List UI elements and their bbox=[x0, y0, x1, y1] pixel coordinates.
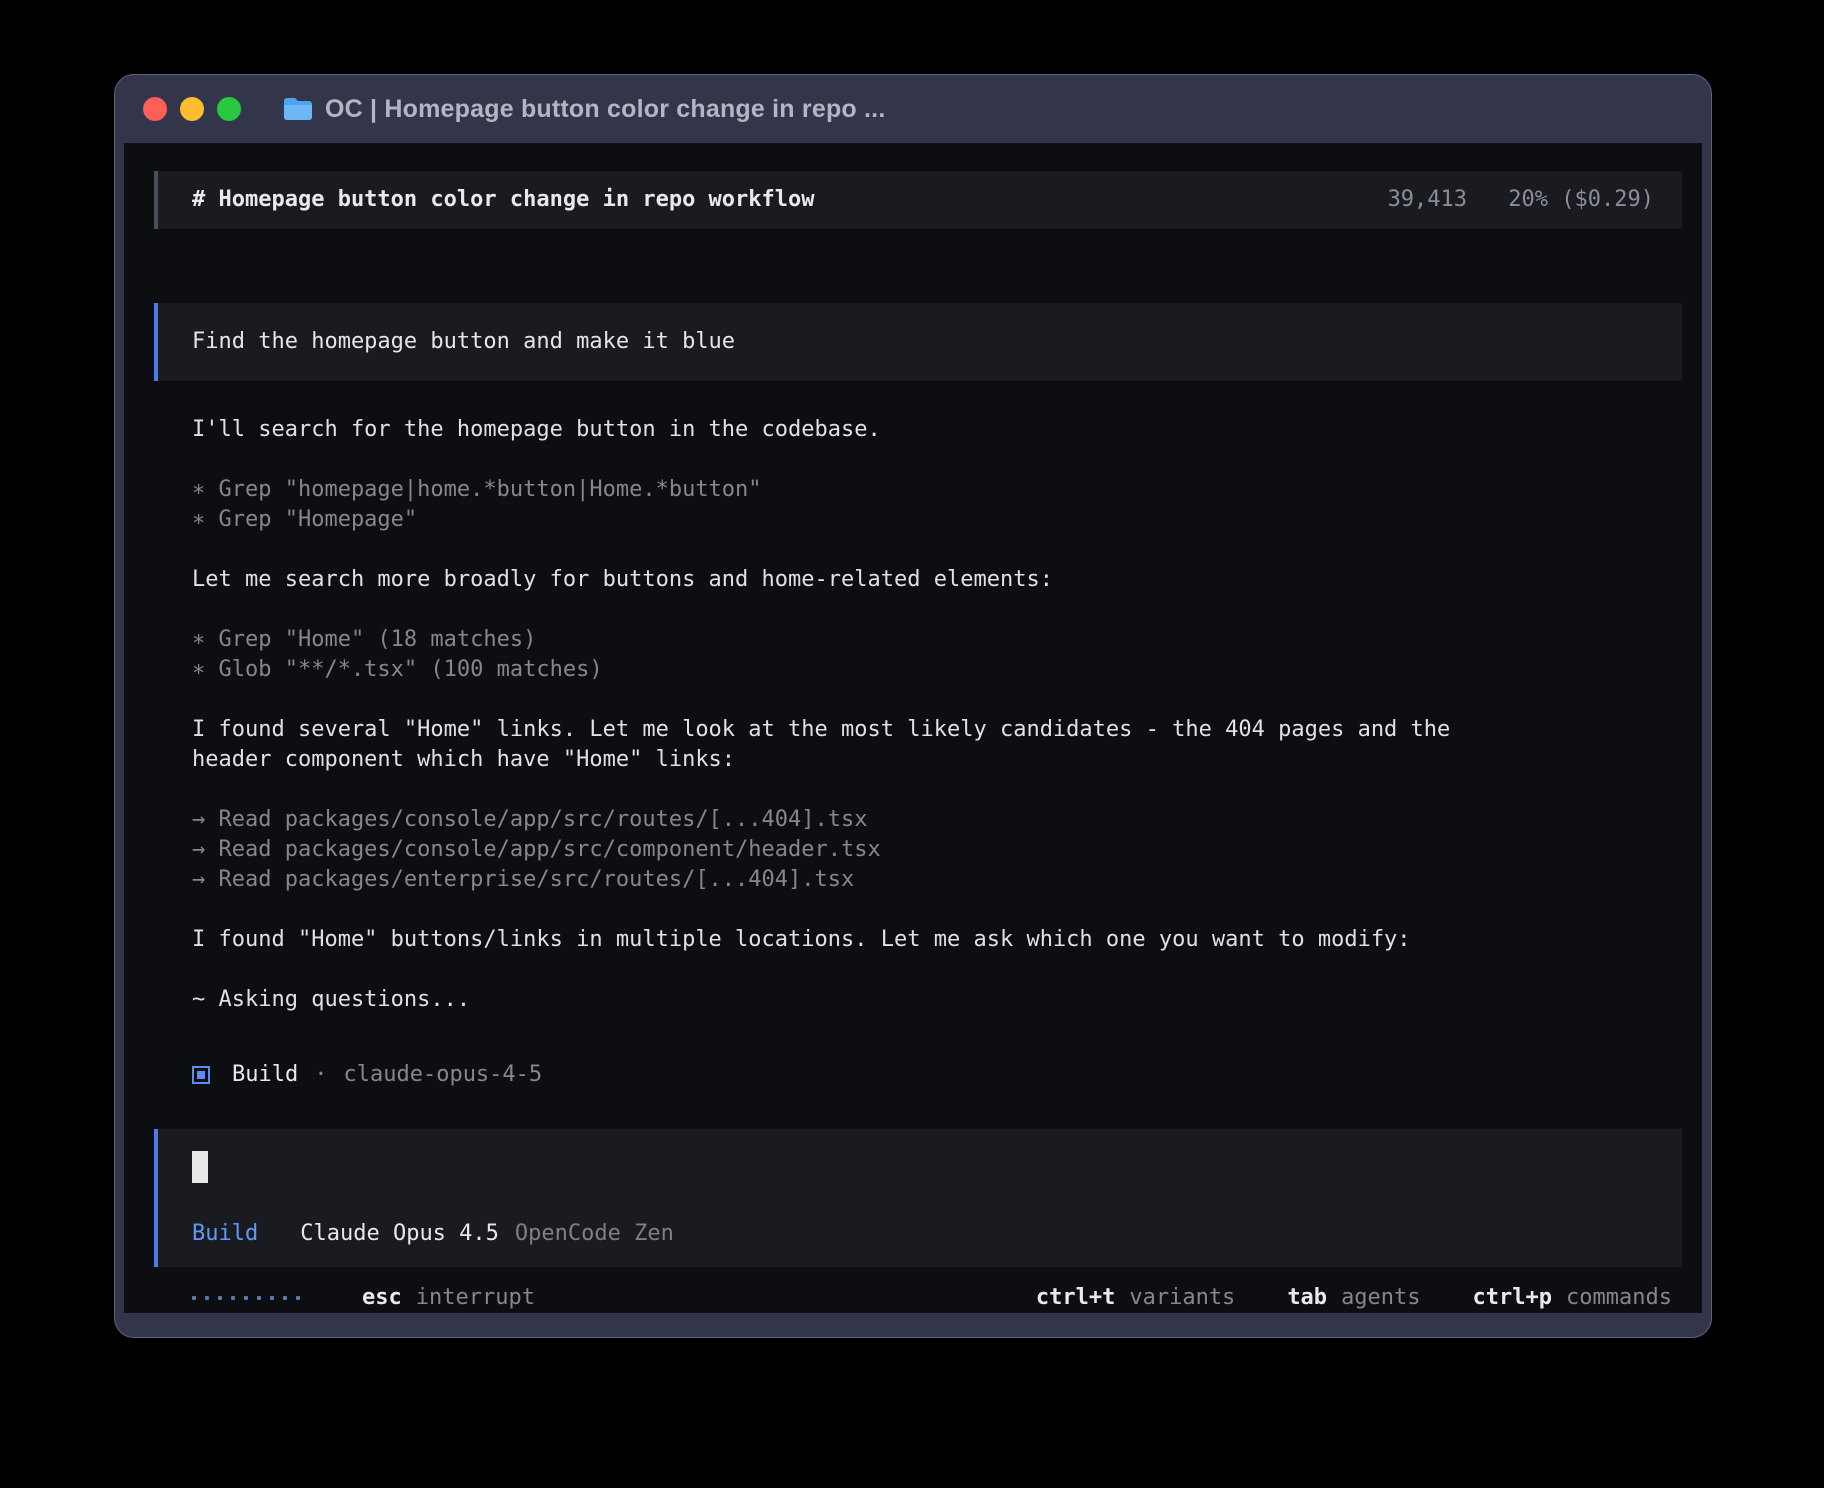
session-header: # Homepage button color change in repo w… bbox=[154, 171, 1682, 229]
text-cursor bbox=[192, 1151, 208, 1183]
active-agent-label: Build bbox=[192, 1219, 258, 1249]
blank-line bbox=[192, 775, 1682, 805]
blank-line bbox=[192, 895, 1682, 925]
window-controls bbox=[143, 97, 241, 121]
tool-call-line: ∗ Glob "**/*.tsx" (100 matches) bbox=[192, 655, 1682, 685]
session-title: # Homepage button color change in repo w… bbox=[192, 185, 815, 215]
assistant-text-line: I'll search for the homepage button in t… bbox=[192, 415, 1682, 445]
spinner-dots-icon bbox=[192, 1296, 300, 1300]
prompt-input[interactable]: Build Claude Opus 4.5 OpenCode Zen bbox=[154, 1129, 1682, 1267]
assistant-text-line: Let me search more broadly for buttons a… bbox=[192, 565, 1682, 595]
spinner-dot bbox=[283, 1296, 287, 1300]
blank-line bbox=[192, 955, 1682, 985]
minimize-button[interactable] bbox=[180, 97, 204, 121]
assistant-text-line: I found several "Home" links. Let me loo… bbox=[192, 715, 1682, 745]
token-count: 39,413 bbox=[1388, 187, 1467, 212]
close-button[interactable] bbox=[143, 97, 167, 121]
shortcut-hint-variants: ctrl+t variants bbox=[1036, 1283, 1235, 1313]
esc-key-hint: esc bbox=[362, 1283, 402, 1313]
blank-line bbox=[192, 445, 1682, 475]
active-model-label: Claude Opus 4.5 bbox=[300, 1219, 499, 1249]
task-status-line: Build · claude-opus-4-5 bbox=[154, 1060, 1682, 1090]
terminal-content: # Homepage button color change in repo w… bbox=[124, 143, 1702, 1313]
shortcut-key: ctrl+p bbox=[1473, 1283, 1552, 1313]
tool-call-line: ∗ Grep "homepage|home.*button|Home.*butt… bbox=[192, 475, 1682, 505]
shortcut-key: tab bbox=[1287, 1283, 1327, 1313]
assistant-text-line: I found "Home" buttons/links in multiple… bbox=[192, 925, 1682, 955]
blank-line bbox=[192, 685, 1682, 715]
folder-icon bbox=[283, 97, 313, 121]
agent-status-label: Build bbox=[232, 1060, 298, 1090]
spinner-dot bbox=[218, 1296, 222, 1300]
shortcut-label: variants bbox=[1129, 1283, 1235, 1313]
status-bar: esc interrupt ctrl+tvariantstabagentsctr… bbox=[154, 1283, 1682, 1313]
shortcut-label: agents bbox=[1341, 1283, 1420, 1313]
tool-call-line: ∗ Grep "Homepage" bbox=[192, 505, 1682, 535]
tool-call-line: → Read packages/console/app/src/componen… bbox=[192, 835, 1682, 865]
spinner-dot bbox=[270, 1296, 274, 1300]
spinner-dot bbox=[231, 1296, 235, 1300]
tool-call-line: ∗ Grep "Home" (18 matches) bbox=[192, 625, 1682, 655]
shortcut-label: commands bbox=[1566, 1283, 1672, 1313]
assistant-text-line: ~ Asking questions... bbox=[192, 985, 1682, 1015]
spinner-dot bbox=[257, 1296, 261, 1300]
session-stats: 39,413 20% ($0.29) bbox=[1388, 185, 1654, 215]
assistant-transcript: I'll search for the homepage button in t… bbox=[154, 415, 1682, 1045]
spinner-dot bbox=[205, 1296, 209, 1300]
tool-call-line: → Read packages/console/app/src/routes/[… bbox=[192, 805, 1682, 835]
window-titlebar[interactable]: OC | Homepage button color change in rep… bbox=[115, 75, 1711, 143]
status-separator: · bbox=[314, 1060, 327, 1090]
zoom-button[interactable] bbox=[217, 97, 241, 121]
status-model-name: claude-opus-4-5 bbox=[343, 1060, 542, 1090]
blank-line bbox=[192, 595, 1682, 625]
square-dot-icon bbox=[192, 1066, 210, 1084]
terminal-window: OC | Homepage button color change in rep… bbox=[114, 74, 1712, 1338]
user-message: Find the homepage button and make it blu… bbox=[154, 303, 1682, 381]
input-footer: Build Claude Opus 4.5 OpenCode Zen bbox=[192, 1219, 674, 1249]
shortcut-key: ctrl+t bbox=[1036, 1283, 1115, 1313]
context-usage-cost: 20% ($0.29) bbox=[1508, 187, 1654, 212]
shortcut-hint-agents: tab agents bbox=[1287, 1283, 1420, 1313]
assistant-text-line: header component which have "Home" links… bbox=[192, 745, 1682, 775]
interrupt-label: interrupt bbox=[416, 1283, 535, 1313]
provider-label: OpenCode Zen bbox=[515, 1219, 674, 1249]
user-message-text: Find the homepage button and make it blu… bbox=[192, 327, 735, 357]
spinner-dot bbox=[296, 1296, 300, 1300]
tool-call-line: → Read packages/enterprise/src/routes/[.… bbox=[192, 865, 1682, 895]
spinner-dot bbox=[244, 1296, 248, 1300]
shortcut-hint-commands: ctrl+p commands bbox=[1473, 1283, 1672, 1313]
spinner-dot bbox=[192, 1296, 196, 1300]
status-bar-left: esc interrupt bbox=[192, 1283, 535, 1313]
blank-line bbox=[192, 535, 1682, 565]
blank-line bbox=[192, 1015, 1682, 1045]
window-title: OC | Homepage button color change in rep… bbox=[325, 95, 885, 124]
status-bar-shortcuts: ctrl+t variants tab agents ctrl+p commands bbox=[1036, 1283, 1672, 1313]
